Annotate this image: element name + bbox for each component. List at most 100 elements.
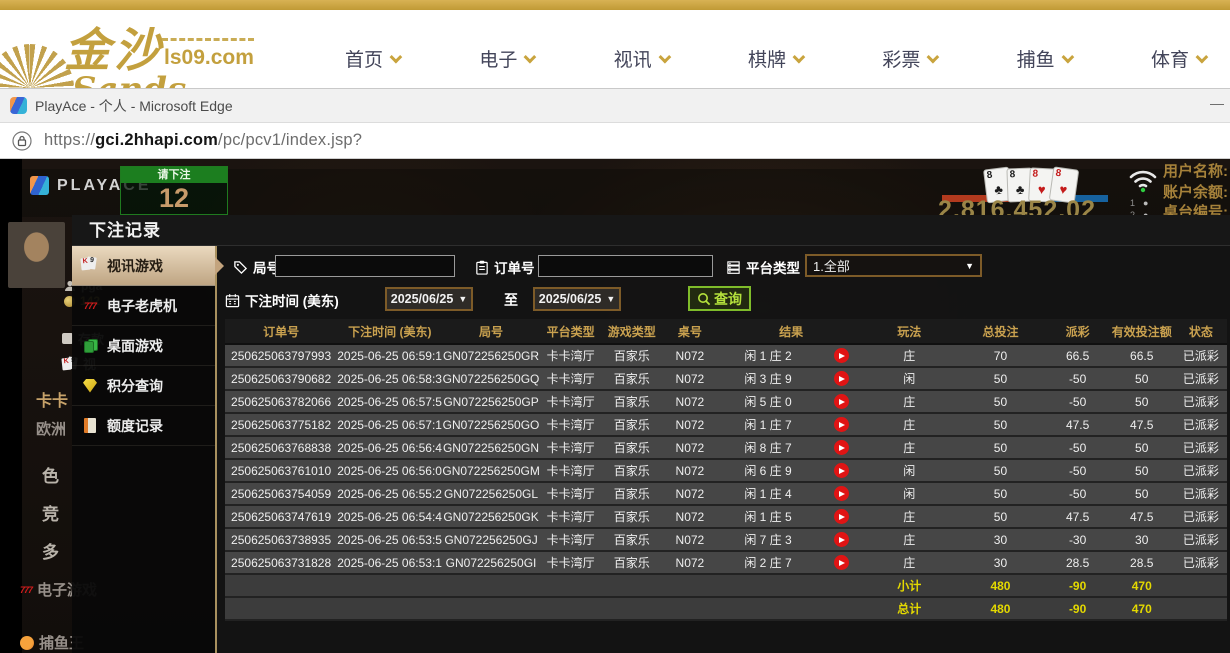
round-number-input[interactable] xyxy=(275,255,455,277)
date-to-select[interactable]: 2025/06/25 ▼ xyxy=(533,287,621,311)
cell-order-number: 250625063754059 xyxy=(225,482,337,505)
bet-time-label: 下注时间 (美东) xyxy=(225,290,339,310)
cell-platform-type: 卡卡湾厅 xyxy=(540,367,602,390)
menu-text: 欧洲 xyxy=(36,418,66,439)
search-button-label: 查询 xyxy=(714,289,742,309)
play-icon xyxy=(839,445,845,451)
cell-result: 闲 8 庄 7 xyxy=(718,436,818,459)
date-from-select[interactable]: 2025/06/25 ▼ xyxy=(385,287,473,311)
nav-item-lottery[interactable]: 彩票 xyxy=(882,45,936,72)
cell-platform-type: 卡卡湾厅 xyxy=(540,482,602,505)
cell-replay xyxy=(818,413,864,436)
url-scheme: https:// xyxy=(44,131,95,149)
sidebar-item-table-games[interactable]: 桌面游戏 xyxy=(72,326,215,366)
replay-play-button[interactable] xyxy=(834,532,849,547)
cell-game-type: 百家乐 xyxy=(602,551,662,574)
menu-item-jing[interactable]: 竞 xyxy=(42,500,59,525)
url-text[interactable]: https://gci.2hhapi.com/pc/pcv1/index.jsp… xyxy=(44,131,362,150)
nav-item-live[interactable]: 视讯 xyxy=(614,45,668,72)
nav-item-fishing[interactable]: 捕鱼 xyxy=(1017,45,1071,72)
label-text: 下注时间 (美东) xyxy=(245,290,339,310)
cell-total-bet: 70 xyxy=(954,344,1046,367)
order-number-label: 订单号 xyxy=(475,257,535,277)
table-row: 250625063738935 2025-06-25 06:53:57 GN07… xyxy=(225,528,1227,551)
replay-play-button[interactable] xyxy=(834,348,849,363)
chevron-down-icon xyxy=(524,50,537,63)
nav-item-home[interactable]: 首页 xyxy=(345,45,399,72)
cell-valid-bet: 28.5 xyxy=(1109,551,1175,574)
table-row: 250625063797993 2025-06-25 06:59:19 GN07… xyxy=(225,344,1227,367)
platform-type-select[interactable]: 1.全部 ▼ xyxy=(805,254,982,277)
cell-total-bet: 50 xyxy=(954,459,1046,482)
cell-order-number: 250625063775182 xyxy=(225,413,337,436)
sidebar-item-label: 电子老虎机 xyxy=(107,296,177,316)
nav-item-sports[interactable]: 体育 xyxy=(1151,45,1205,72)
cell-bet-time: 2025-06-25 06:57:56 xyxy=(337,390,442,413)
sidebar-item-quota-records[interactable]: 额度记录 xyxy=(72,406,215,446)
site-header: 金沙 ls09.com Sands 首页 电子 视讯 棋牌 彩票 捕鱼 体育 xyxy=(0,0,1230,88)
replay-play-button[interactable] xyxy=(834,440,849,455)
nav-label: 体育 xyxy=(1151,45,1189,72)
replay-play-button[interactable] xyxy=(834,417,849,432)
cell-status: 已派彩 xyxy=(1175,390,1227,413)
play-icon xyxy=(839,399,845,405)
col-table-number: 桌号 xyxy=(662,319,718,344)
cell-status: 已派彩 xyxy=(1175,505,1227,528)
cell-payout: -50 xyxy=(1047,459,1109,482)
nav-item-board[interactable]: 棋牌 xyxy=(748,45,802,72)
cell-order-number: 250625063790682 xyxy=(225,367,337,390)
sidebar-item-video-games[interactable]: 9K 视讯游戏 xyxy=(72,246,215,286)
sidebar-item-label: 额度记录 xyxy=(107,416,163,436)
slots-777-icon: 777 xyxy=(20,585,32,595)
replay-play-button[interactable] xyxy=(834,509,849,524)
order-number-input[interactable] xyxy=(538,255,713,277)
replay-play-button[interactable] xyxy=(834,486,849,501)
cell-status: 已派彩 xyxy=(1175,551,1227,574)
chevron-down-icon xyxy=(390,50,403,63)
replay-play-button[interactable] xyxy=(834,394,849,409)
sidebar-item-points-inquiry[interactable]: 积分查询 xyxy=(72,366,215,406)
replay-play-button[interactable] xyxy=(834,555,849,570)
edge-titlebar[interactable]: PlayAce - 个人 - Microsoft Edge — xyxy=(0,88,1230,123)
replay-play-button[interactable] xyxy=(834,463,849,478)
play-icon xyxy=(839,491,845,497)
cell-status: 已派彩 xyxy=(1175,459,1227,482)
replay-play-button[interactable] xyxy=(834,371,849,386)
minimize-button[interactable]: — xyxy=(1210,95,1224,111)
search-button[interactable]: 查询 xyxy=(688,286,751,311)
cell-valid-bet: 50 xyxy=(1109,390,1175,413)
cell-play-type: 庄 xyxy=(864,436,954,459)
edge-urlbar[interactable]: https://gci.2hhapi.com/pc/pcv1/index.jsp… xyxy=(0,123,1230,159)
cell-status: 已派彩 xyxy=(1175,436,1227,459)
cell-round-number: GN072256250GI xyxy=(442,551,539,574)
table-row: 250625063768838 2025-06-25 06:56:43 GN07… xyxy=(225,436,1227,459)
chevron-down-icon xyxy=(658,50,671,63)
cell-table-number: N072 xyxy=(662,505,718,528)
table-row: 250625063731828 2025-06-25 06:53:19 GN07… xyxy=(225,551,1227,574)
table-row: 250625063761010 2025-06-25 06:56:02 GN07… xyxy=(225,459,1227,482)
to-label: 至 xyxy=(504,290,518,310)
nav-item-slots[interactable]: 电子 xyxy=(479,45,533,72)
cell-play-type: 闲 xyxy=(864,459,954,482)
window-title: PlayAce - 个人 - Microsoft Edge xyxy=(35,96,233,116)
menu-item-europe[interactable]: 欧洲 xyxy=(36,418,66,439)
chevron-down-icon xyxy=(927,50,940,63)
cell-bet-time: 2025-06-25 06:57:17 xyxy=(337,413,442,436)
menu-text: 色 xyxy=(42,462,59,487)
sidebar-item-slot-machines[interactable]: 777 电子老虎机 xyxy=(72,286,215,326)
cell-status: 已派彩 xyxy=(1175,413,1227,436)
cell-platform-type: 卡卡湾厅 xyxy=(540,505,602,528)
cell-valid-bet: 66.5 xyxy=(1109,344,1175,367)
chevron-down-icon xyxy=(793,50,806,63)
search-icon xyxy=(697,292,711,306)
modal-sidebar: 9K 视讯游戏 777 电子老虎机 桌面游戏 积分查询 xyxy=(72,246,215,653)
dropdown-arrow-icon: ▼ xyxy=(458,294,467,304)
cell-play-type: 闲 xyxy=(864,482,954,505)
cell-game-type: 百家乐 xyxy=(602,344,662,367)
cell-round-number: GN072256250GO xyxy=(442,413,539,436)
cell-platform-type: 卡卡湾厅 xyxy=(540,436,602,459)
subtotal-row: 小计 480 -90 470 xyxy=(225,574,1227,597)
menu-item-duo[interactable]: 多 xyxy=(42,538,59,563)
grand-total-payout: -90 xyxy=(1047,597,1109,620)
menu-item-se[interactable]: 色 xyxy=(42,462,59,487)
